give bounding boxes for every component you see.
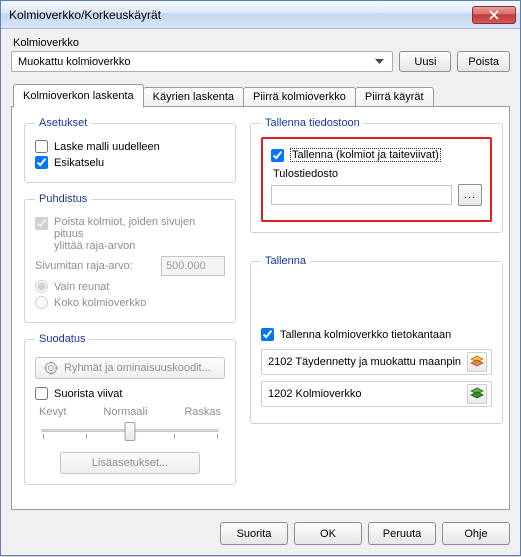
save-file-row[interactable]: Tallenna (kolmiot ja taiteviivat) — [271, 148, 482, 162]
filter-legend: Suodatus — [35, 333, 89, 345]
slider-label-heavy: Raskas — [184, 406, 221, 418]
ok-button[interactable]: OK — [294, 522, 362, 545]
save-file-legend: Tallenna tiedostoon — [261, 117, 364, 129]
layer-row-2-action[interactable] — [467, 384, 487, 404]
cleanup-group: Puhdistus Poista kolmiot, joiden sivujen… — [24, 193, 236, 323]
recalc-checkbox[interactable] — [35, 140, 48, 153]
save-file-checkbox[interactable] — [271, 149, 284, 162]
slider-wrap: Kevyt Normaali Raskas — [39, 406, 221, 442]
tab-mesh-calc[interactable]: Kolmioverkon laskenta — [13, 84, 144, 108]
tab-page: Asetukset Laske malli uudelleen Esikatse… — [11, 106, 510, 510]
titlebar: Kolmioverkko/Korkeuskäyrät — [1, 1, 520, 29]
save-file-highlight: Tallenna (kolmiot ja taiteviivat) Tulost… — [261, 137, 492, 222]
delete-button[interactable]: Poista — [457, 51, 510, 72]
run-button[interactable]: Suorita — [220, 522, 288, 545]
whole-mesh-radio — [35, 296, 48, 309]
advanced-button: Lisäasetukset... — [60, 452, 200, 474]
layer-row-1-label: 2102 Täydennetty ja muokattu maanpin — [268, 356, 461, 368]
layer-row-1-action[interactable] — [467, 352, 487, 372]
save-legend: Tallenna — [261, 255, 310, 267]
sidelimit-label: Sivumitan raja-arvo: — [35, 260, 155, 272]
save-db-row[interactable]: Tallenna kolmioverkko tietokantaan — [261, 328, 492, 341]
save-db-label: Tallenna kolmioverkko tietokantaan — [280, 329, 451, 341]
save-db-checkbox[interactable] — [261, 328, 274, 341]
straighten-row[interactable]: Suorista viivat — [35, 387, 225, 400]
cancel-button[interactable]: Peruuta — [368, 522, 436, 545]
tab-draw-mesh[interactable]: Piirrä kolmioverkko — [243, 87, 356, 107]
cleanup-legend: Puhdistus — [35, 193, 91, 205]
preview-checkbox-row[interactable]: Esikatselu — [35, 156, 225, 169]
remove-triangles-checkbox — [35, 217, 48, 230]
layer-row-2-label: 1202 Kolmioverkko — [268, 388, 461, 400]
remove-triangles-row: Poista kolmiot, joiden sivujen pituus yl… — [35, 216, 225, 252]
preview-label: Esikatselu — [54, 157, 104, 169]
layers-green-icon — [470, 387, 484, 401]
straighten-label: Suorista viivat — [54, 388, 122, 400]
tabstrip: Kolmioverkon laskenta Käyrien laskenta P… — [11, 84, 510, 107]
preview-checkbox[interactable] — [35, 156, 48, 169]
save-group: Tallenna Tallenna kolmioverkko tietokant… — [250, 255, 503, 424]
slider-thumb[interactable] — [125, 422, 136, 441]
window-title: Kolmioverkko/Korkeuskäyrät — [9, 8, 472, 22]
help-button[interactable]: Ohje — [442, 522, 510, 545]
tab-contour-calc[interactable]: Käyrien laskenta — [143, 87, 244, 107]
filter-group: Suodatus Ryhmät ja ominaisuuskoodit... — [24, 333, 236, 485]
chevron-down-icon — [371, 53, 388, 70]
remove-triangles-l2: ylittää raja-arvon — [54, 240, 135, 252]
sidelimit-row: Sivumitan raja-arvo: — [35, 256, 225, 276]
advanced-button-label: Lisäasetukset... — [92, 457, 168, 469]
groups-button-label: Ryhmät ja ominaisuuskoodit... — [64, 362, 211, 374]
layers-yellow-icon — [470, 355, 484, 369]
edges-only-radio — [35, 280, 48, 293]
close-icon — [489, 10, 499, 20]
groups-button: Ryhmät ja ominaisuuskoodit... — [35, 357, 225, 379]
layer-row-1[interactable]: 2102 Täydennetty ja muokattu maanpin — [261, 349, 492, 375]
slider-label-light: Kevyt — [39, 406, 67, 418]
weight-slider[interactable] — [39, 420, 221, 442]
remove-triangles-label: Poista kolmiot, joiden sivujen pituus yl… — [54, 216, 225, 252]
save-file-group: Tallenna tiedostoon Tallenna (kolmiot ja… — [250, 117, 503, 233]
sidelimit-input — [161, 256, 225, 276]
top-row: Muokattu kolmioverkko Uusi Poista — [11, 51, 510, 72]
edges-only-row: Vain reunat — [35, 280, 225, 293]
output-label: Tulostiedosto — [273, 168, 482, 180]
layer-row-2[interactable]: 1202 Kolmioverkko — [261, 381, 492, 407]
save-file-label: Tallenna (kolmiot ja taiteviivat) — [290, 148, 441, 162]
ellipsis-icon: ... — [464, 189, 476, 201]
client-area: Kolmioverkko Muokattu kolmioverkko Uusi … — [1, 29, 520, 555]
recalc-label: Laske malli uudelleen — [54, 141, 160, 153]
recalc-checkbox-row[interactable]: Laske malli uudelleen — [35, 140, 225, 153]
mesh-label: Kolmioverkko — [13, 37, 510, 49]
edges-only-label: Vain reunat — [54, 281, 109, 293]
settings-legend: Asetukset — [35, 117, 91, 129]
target-icon — [44, 361, 58, 375]
whole-mesh-row: Koko kolmioverkko — [35, 296, 225, 309]
new-button[interactable]: Uusi — [399, 51, 451, 72]
straighten-checkbox[interactable] — [35, 387, 48, 400]
remove-triangles-l1: Poista kolmiot, joiden sivujen pituus — [54, 216, 195, 240]
mesh-combo-value: Muokattu kolmioverkko — [18, 56, 371, 68]
mesh-combo[interactable]: Muokattu kolmioverkko — [11, 51, 393, 72]
close-button[interactable] — [472, 6, 516, 24]
dialog-window: Kolmioverkko/Korkeuskäyrät Kolmioverkko … — [0, 0, 521, 556]
output-input[interactable] — [271, 185, 452, 205]
footer: Suorita OK Peruuta Ohje — [11, 522, 510, 545]
slider-label-normal: Normaali — [103, 406, 147, 418]
browse-button[interactable]: ... — [458, 184, 482, 206]
whole-mesh-label: Koko kolmioverkko — [54, 297, 146, 309]
settings-group: Asetukset Laske malli uudelleen Esikatse… — [24, 117, 236, 183]
tab-draw-contours[interactable]: Piirrä käyrät — [355, 87, 434, 107]
